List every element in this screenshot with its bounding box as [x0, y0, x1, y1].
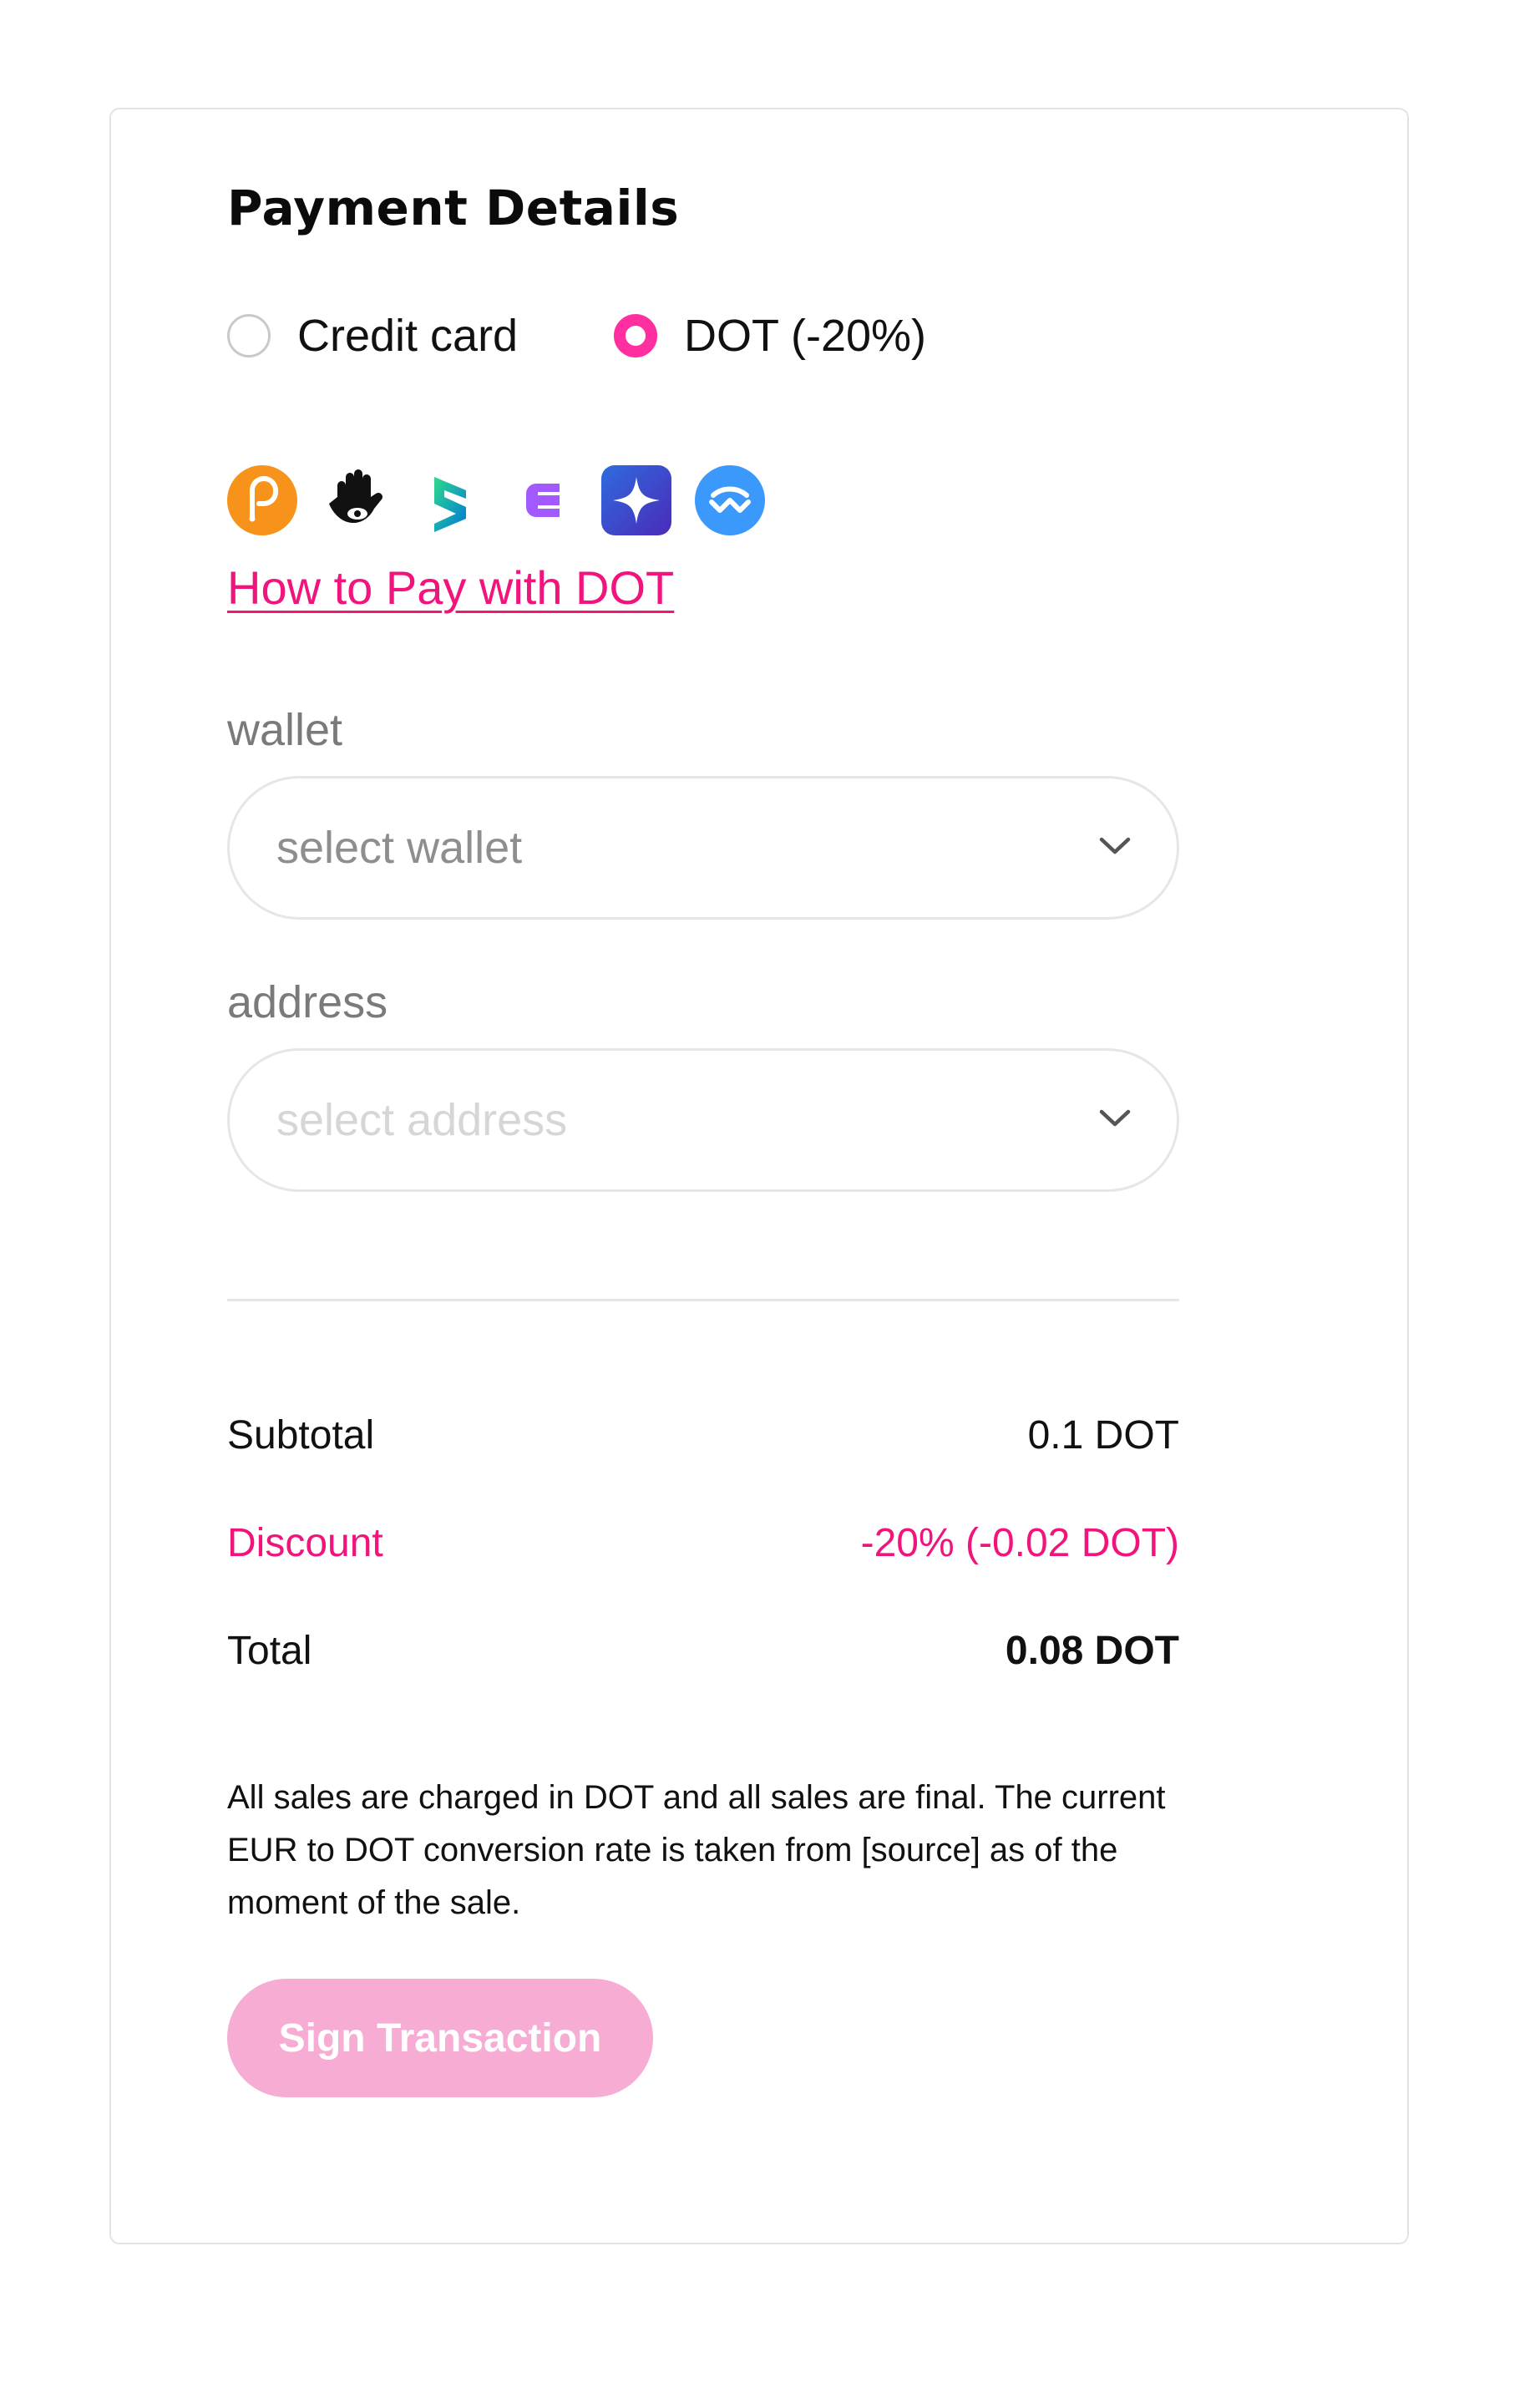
page-title: Payment Details — [227, 180, 680, 236]
walletconnect-icon — [695, 465, 765, 535]
credit-card-option[interactable]: Credit card — [227, 310, 518, 362]
sales-note: All sales are charged in DOT and all sal… — [227, 1779, 1166, 1921]
talisman-icon — [321, 465, 391, 535]
wallet-label: wallet — [227, 705, 343, 755]
chevron-down-icon — [1098, 1108, 1132, 1133]
enkrypt-icon — [508, 465, 578, 535]
how-to-pay-link[interactable]: How to Pay with DOT — [227, 560, 674, 615]
payment-details-card: Payment Details Credit card DOT (-20%) H… — [109, 108, 1409, 2244]
polkadot-icon — [227, 465, 297, 535]
sign-transaction-button[interactable]: Sign Transaction — [227, 1979, 653, 2097]
subtotal-value: 0.1 DOT — [1027, 1413, 1179, 1458]
wallet-select-placeholder: select wallet — [276, 823, 523, 873]
total-value: 0.08 DOT — [1005, 1629, 1179, 1673]
subtotal-row: Subtotal 0.1 DOT — [227, 1412, 1179, 1458]
address-select-placeholder: select address — [276, 1095, 568, 1145]
discount-value: -20% (-0.02 DOT) — [860, 1521, 1179, 1565]
subtotal-label: Subtotal — [227, 1413, 375, 1458]
nova-icon — [601, 465, 671, 535]
chevron-down-icon — [1098, 836, 1132, 860]
dot-radio[interactable] — [614, 314, 657, 357]
subwallet-icon — [414, 465, 484, 535]
dot-label: DOT (-20%) — [684, 311, 927, 361]
wallet-icons-row — [227, 465, 765, 535]
credit-card-radio[interactable] — [227, 314, 271, 357]
total-row: Total 0.08 DOT — [227, 1628, 1179, 1674]
discount-row: Discount -20% (-0.02 DOT) — [227, 1520, 1179, 1566]
discount-label: Discount — [227, 1521, 383, 1565]
total-label: Total — [227, 1629, 312, 1673]
section-divider — [227, 1299, 1179, 1301]
address-select[interactable]: select address — [227, 1048, 1179, 1192]
address-label: address — [227, 977, 388, 1027]
wallet-select[interactable]: select wallet — [227, 776, 1179, 920]
credit-card-label: Credit card — [297, 311, 519, 361]
dot-option[interactable]: DOT (-20%) — [614, 310, 926, 362]
